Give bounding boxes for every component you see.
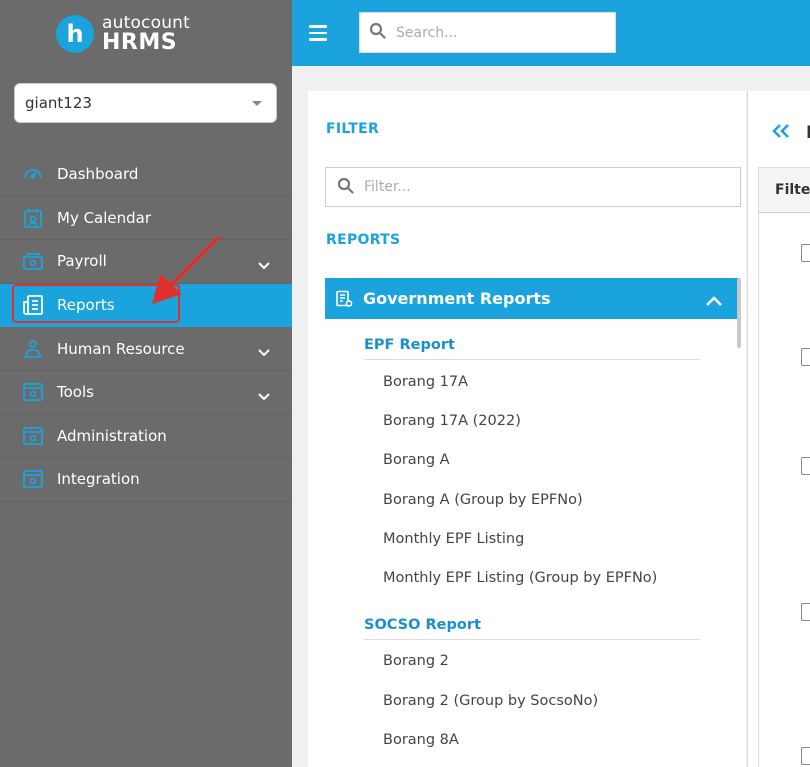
chevron-down-icon [258, 343, 270, 361]
report-filter-field[interactable] [325, 167, 741, 207]
logo-mark: h [56, 15, 94, 53]
global-search[interactable] [359, 12, 616, 53]
sidebar-item-label: Human Resource [57, 339, 185, 358]
sidebar-item-label: Administration [57, 426, 167, 445]
divider [758, 213, 759, 767]
chevron-up-icon[interactable] [706, 291, 722, 310]
logo-text-bottom: HRMS [102, 29, 178, 55]
checkbox[interactable] [801, 603, 810, 621]
checkbox[interactable] [801, 457, 810, 475]
group-label: Government Reports [363, 289, 551, 308]
logo-text-top: autocount [102, 12, 191, 33]
company-select-value: giant123 [25, 94, 92, 112]
chevron-down-icon [258, 387, 270, 405]
sidebar-item-integration[interactable]: Integration [0, 458, 292, 502]
report-item-borang-17a-2022[interactable]: Borang 17A (2022) [383, 413, 521, 429]
filter-title: FILTER [326, 121, 380, 137]
tab-filter[interactable]: Filter [758, 167, 810, 213]
checkbox[interactable] [801, 348, 810, 366]
document-list-icon [335, 290, 353, 308]
sidebar-item-label: Integration [57, 470, 140, 489]
report-item-borang-a-group[interactable]: Borang A (Group by EPFNo) [383, 492, 583, 508]
sidebar-item-label: Tools [57, 383, 94, 402]
search-icon [369, 22, 386, 43]
sidebar: h autocount HRMS giant123 Dashboard My C… [0, 0, 292, 767]
sidebar-item-tools[interactable]: Tools [0, 371, 292, 415]
report-item-borang-a[interactable]: Borang A [383, 452, 450, 468]
double-chevron-left-icon[interactable] [772, 123, 790, 143]
report-filter-input[interactable] [364, 179, 694, 195]
epf-report-title: EPF Report [364, 337, 699, 360]
chevron-down-icon [258, 256, 270, 274]
human-resource-icon [22, 338, 44, 360]
report-item-borang-17a[interactable]: Borang 17A [383, 374, 468, 390]
sidebar-item-dashboard[interactable]: Dashboard [0, 153, 292, 197]
sidebar-nav: Dashboard My Calendar Payroll Reports Hu… [0, 153, 292, 502]
report-detail-panel: F Filter [747, 91, 810, 767]
checkbox[interactable] [801, 244, 810, 262]
reports-title: REPORTS [326, 232, 401, 248]
checkbox[interactable] [801, 747, 810, 765]
report-item-monthly-epf-listing-group[interactable]: Monthly EPF Listing (Group by EPFNo) [383, 570, 657, 586]
report-item-borang-8a[interactable]: Borang 8A [383, 732, 459, 748]
sidebar-item-administration[interactable]: Administration [0, 415, 292, 459]
caret-down-icon [252, 101, 262, 106]
menu-toggle-icon[interactable] [309, 25, 327, 45]
integration-icon [22, 468, 44, 490]
gauge-icon [22, 163, 44, 185]
payroll-icon [22, 250, 44, 272]
administration-icon [22, 425, 44, 447]
sidebar-item-label: Payroll [57, 252, 107, 271]
scrollbar-thumb[interactable] [737, 278, 741, 348]
socso-report-title: SOCSO Report [364, 617, 699, 640]
search-icon [337, 177, 354, 198]
sidebar-item-label: Dashboard [57, 165, 139, 184]
report-item-borang-2[interactable]: Borang 2 [383, 653, 449, 669]
calendar-user-icon [22, 207, 44, 229]
report-item-borang-2-group[interactable]: Borang 2 (Group by SocsoNo) [383, 693, 598, 709]
government-reports-header[interactable]: Government Reports [325, 278, 738, 319]
tools-icon [22, 381, 44, 403]
sidebar-item-label: My Calendar [57, 208, 152, 227]
company-select[interactable]: giant123 [14, 83, 277, 123]
detail-title: F [806, 123, 810, 143]
report-filter-panel: FILTER REPORTS Government Reports EPF Re… [308, 91, 746, 767]
sidebar-item-human-resource[interactable]: Human Resource [0, 327, 292, 371]
report-item-monthly-epf-listing[interactable]: Monthly EPF Listing [383, 531, 524, 547]
annotation-arrow [152, 236, 220, 304]
app-logo[interactable]: h autocount HRMS [56, 14, 190, 54]
topbar [292, 0, 810, 66]
search-input[interactable] [396, 24, 596, 41]
